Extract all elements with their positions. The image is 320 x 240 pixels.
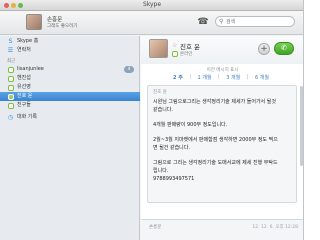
group-status-icon xyxy=(8,103,14,109)
online-status-icon xyxy=(8,76,14,82)
compose-sender-name: 손흥문 xyxy=(149,225,162,230)
online-status-icon xyxy=(8,67,14,73)
tab-6-months[interactable]: 6 개월 xyxy=(253,74,271,81)
history-tabs: 2 주 | 1 개월 | 3 개월 | 6 개월 xyxy=(171,74,271,81)
history-label: 이전 메시지 표시 xyxy=(206,68,239,73)
skype-window: Skype 손흥문 그래도 좋으려기 ☎ ⚲ S Skype 홈 ☰ 연락처 최… xyxy=(0,0,304,240)
add-participant-button[interactable]: + xyxy=(258,43,270,55)
tab-3-months[interactable]: 3 개월 xyxy=(224,74,242,81)
message-line: 같습니다. xyxy=(153,107,173,113)
contact-group[interactable]: 친구들 xyxy=(0,101,140,110)
message-line: 시원님 그림으로그리는 생각정리기술 제세가 들어가서 될것 xyxy=(153,99,276,105)
message-line: 9788993497571 xyxy=(153,176,195,182)
sidebar-item-contacts[interactable]: ☰ 연락처 xyxy=(0,46,140,55)
star-icon[interactable]: ☆ xyxy=(172,42,177,49)
compose-timestamp: 12. 12. 6. 오후 12:28 xyxy=(252,225,298,230)
sidebar: S Skype 홈 ☰ 연락처 최근 lisanjunlee 4 헨진섭 유선영… xyxy=(0,36,140,240)
my-avatar[interactable] xyxy=(26,14,42,30)
sidebar-item-skype-home[interactable]: S Skype 홈 xyxy=(0,37,140,46)
message-input[interactable] xyxy=(149,231,297,238)
window-title: Skype xyxy=(142,1,162,8)
online-status-icon xyxy=(8,94,14,100)
contact-name: 진호 윤 xyxy=(180,43,201,51)
contact-2[interactable]: 헨진섭 xyxy=(0,74,140,83)
conversation-pane: ☆ 진호 윤 온라인 + ✆ 이전 메시지 표시 2 주 | 1 개월 | 3 … xyxy=(141,36,303,240)
my-mood-message[interactable]: 그래도 좋으려기 xyxy=(47,23,77,29)
phone-icon[interactable]: ☎ xyxy=(196,17,210,27)
contact-selected[interactable]: 진호 윤 xyxy=(0,92,140,101)
call-button[interactable]: ✆ xyxy=(274,42,294,55)
contact-3[interactable]: 유선영 xyxy=(0,83,140,92)
contact-avatar[interactable] xyxy=(149,39,168,58)
sidebar-item-history[interactable]: ◷ 대화 기록 xyxy=(0,113,140,122)
message-sender: 진호 윤 xyxy=(153,90,167,95)
message-line: 립니다. xyxy=(153,168,169,174)
scrollbar[interactable] xyxy=(300,86,303,166)
contact-label: 친구들 xyxy=(17,102,31,108)
contact-label: 유선영 xyxy=(17,84,31,90)
message-line: 4개월 판매량이 900부 정도입니다. xyxy=(153,122,228,128)
recent-section-label: 최근 xyxy=(7,59,16,64)
contact-label: lisanjunlee xyxy=(17,66,44,72)
history-icon: ◷ xyxy=(7,114,14,121)
top-toolbar: 손흥문 그래도 좋으려기 ☎ ⚲ xyxy=(0,11,303,35)
contact-label: 헨진섭 xyxy=(17,75,31,81)
title-bar: Skype xyxy=(0,0,303,11)
unread-badge: 4 xyxy=(124,66,134,73)
tab-2-weeks[interactable]: 2 주 xyxy=(171,74,185,81)
my-name[interactable]: 손흥문 xyxy=(47,15,62,23)
skype-icon: S xyxy=(8,38,13,45)
online-status-icon xyxy=(172,51,178,57)
contact-status: 온라인 xyxy=(180,52,193,57)
online-status-icon xyxy=(8,85,14,91)
sidebar-item-label: Skype 홈 xyxy=(17,38,39,44)
contacts-icon: ☰ xyxy=(7,47,14,54)
message-line: 2월~3월 지마켓에서 판매함점 생각하면 2000부 정도 찍으 xyxy=(153,137,278,143)
search-input[interactable] xyxy=(226,18,292,26)
message-bubble: 진호 윤 시원님 그림으로그리는 생각정리기술 제세가 들어가서 될것 같습니다… xyxy=(147,85,297,203)
tab-1-month[interactable]: 1 개월 xyxy=(196,74,214,81)
sidebar-item-label: 대화 기록 xyxy=(17,114,37,120)
search-box[interactable]: ⚲ xyxy=(215,16,295,27)
sidebar-item-label: 연락처 xyxy=(17,47,31,53)
search-icon: ⚲ xyxy=(219,18,224,25)
conversation-header: ☆ 진호 윤 온라인 + ✆ xyxy=(141,36,303,64)
message-line: 그림으로 그리는 생각정리기술 도매서교에 제세 진행 부탁드 xyxy=(153,160,278,166)
message-compose-bar: 손흥문 12. 12. 6. 오후 12:28 xyxy=(141,219,303,240)
contact-label: 진호 윤 xyxy=(17,93,33,99)
contact-lisanjunlee[interactable]: lisanjunlee 4 xyxy=(0,65,140,74)
message-line: 면 될건 같습니다. xyxy=(153,145,190,151)
